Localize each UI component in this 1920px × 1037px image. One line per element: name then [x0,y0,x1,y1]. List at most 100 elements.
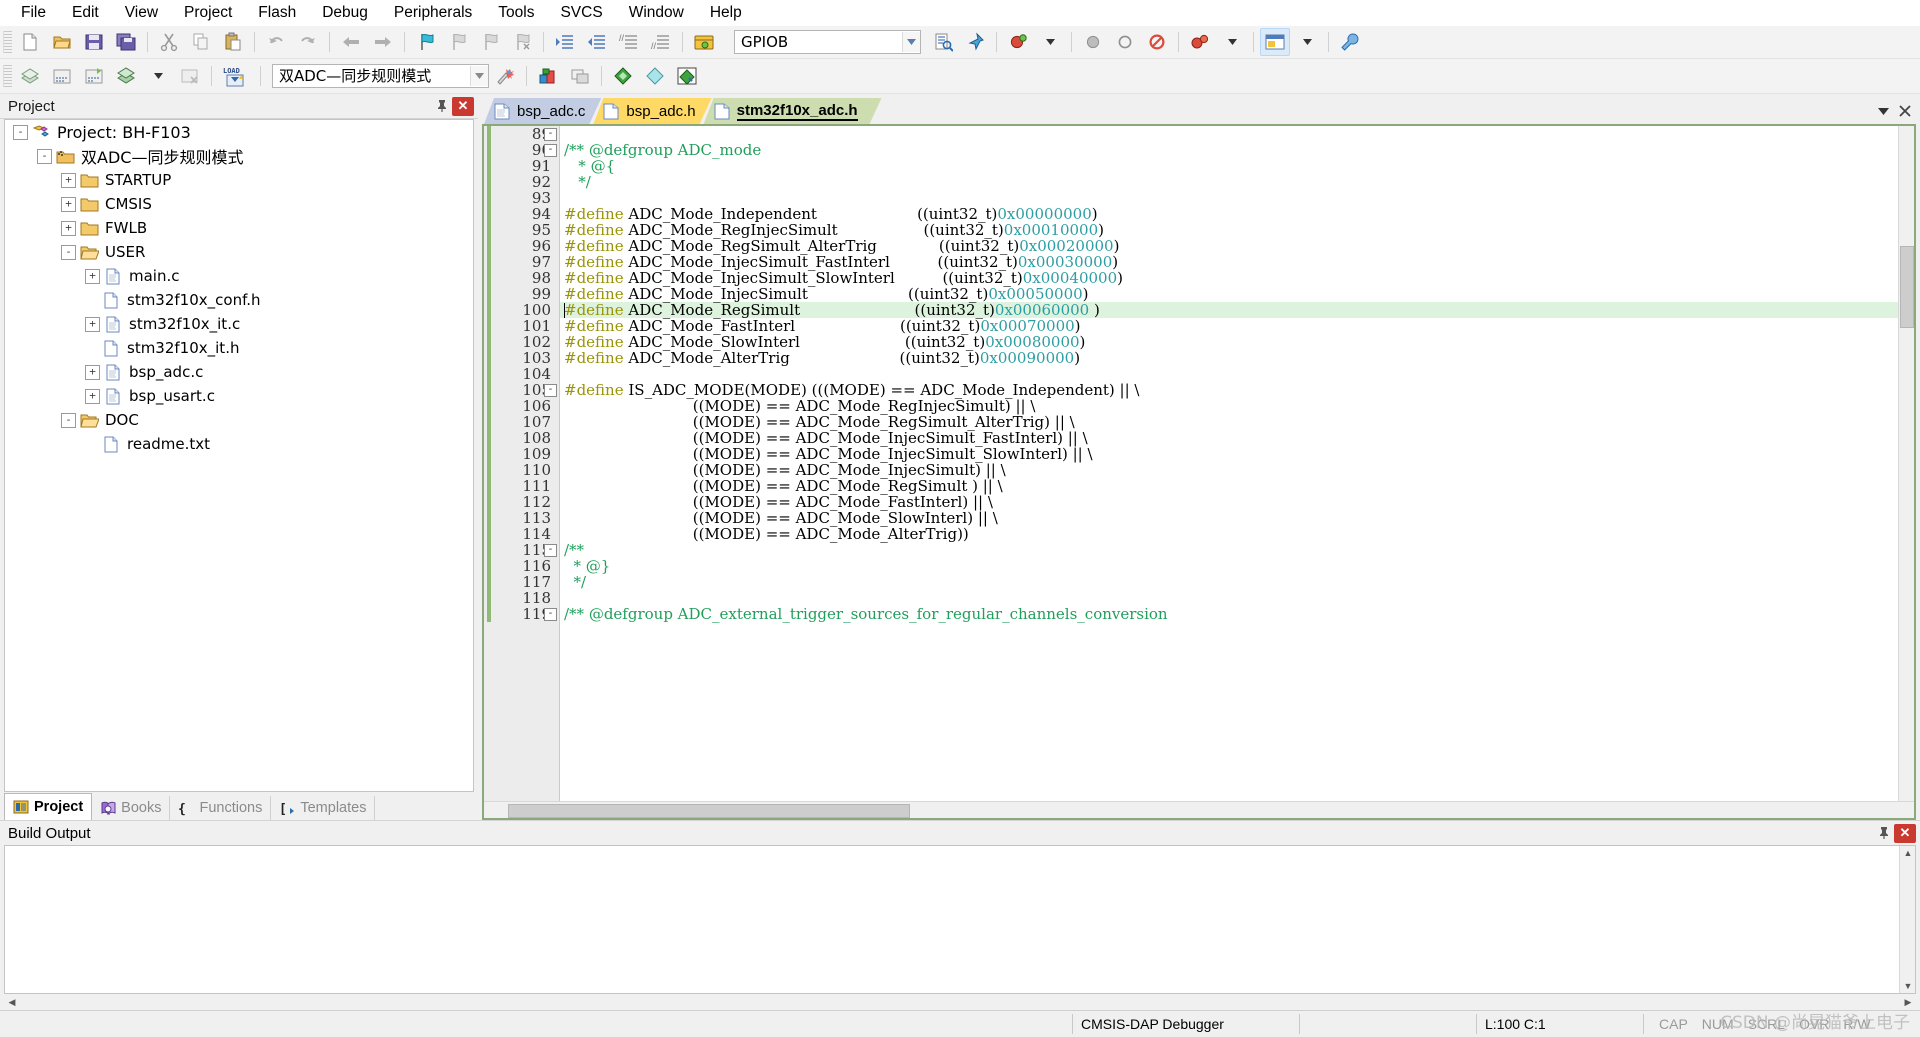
component-cyan-icon[interactable] [640,62,670,90]
code-line[interactable]: ((MODE) == ADC_Mode_InjecSimult) || \ [560,462,1898,478]
scroll-down-arrow-icon[interactable]: ▼ [1900,979,1916,993]
project-tab-templates[interactable]: [ ] Templates [271,796,376,820]
pin-icon[interactable] [1874,823,1894,843]
fold-toggle-icon[interactable]: - [544,144,557,157]
translate-icon[interactable] [15,62,45,90]
code-line[interactable]: /** [560,542,1898,558]
code-line[interactable]: #define ADC_Mode_RegInjecSimult ((uint32… [560,222,1898,238]
fold-toggle-icon[interactable]: - [544,128,557,141]
window-layout-dropdown-icon[interactable] [1292,28,1322,56]
rebuild-icon[interactable] [79,62,109,90]
undo-icon[interactable] [261,28,291,56]
bookmark-clear-icon[interactable] [507,28,537,56]
outdent-icon[interactable] [582,28,612,56]
wrench-icon[interactable] [1335,28,1365,56]
tree-item[interactable]: + main.c [5,264,473,288]
menu-item-tools[interactable]: Tools [485,1,547,25]
code-text[interactable]: /** @defgroup ADC_mode * @{ */ #define A… [560,126,1898,801]
batch-build-icon[interactable] [111,62,141,90]
find-combo[interactable]: GPIOB [734,30,921,54]
expand-toggle-icon[interactable]: + [85,388,100,404]
editor-tab-bsp_adc-h[interactable]: bsp_adc.h [593,98,711,124]
save-all-icon[interactable] [111,28,141,56]
breakpoint-disable-all-icon[interactable] [1110,28,1140,56]
target-select-value[interactable]: 双ADC—同步规则模式 [273,66,470,86]
close-icon[interactable] [1896,102,1914,120]
expand-toggle-icon[interactable]: + [61,172,76,188]
tree-item[interactable]: readme.txt [5,432,473,456]
build-output-vertical-scrollbar[interactable]: ▲ ▼ [1899,846,1915,993]
menu-item-project[interactable]: Project [171,1,245,25]
copy-icon[interactable] [186,28,216,56]
open-file-icon[interactable] [47,28,77,56]
save-icon[interactable] [79,28,109,56]
editor-gutter[interactable]: 89-90-91 92 93 94 95 96 97 98 99 100 101 102 103 104 1… [484,126,560,801]
fold-toggle-icon[interactable]: - [544,544,557,557]
breakpoint-insert-icon[interactable] [1003,28,1033,56]
collapse-toggle-icon[interactable]: - [37,148,52,164]
expand-toggle-icon[interactable]: + [85,364,100,380]
tree-item[interactable]: - Project: BH-F103 [5,120,473,144]
build-output-horizontal-scrollbar[interactable]: ◀ ▶ [4,994,1916,1010]
tree-item[interactable]: + stm32f10x_it.c [5,312,473,336]
code-line[interactable]: */ [560,174,1898,190]
download-icon[interactable]: LOAD [218,62,254,90]
chevron-down-icon[interactable] [902,32,920,52]
code-line[interactable]: ((MODE) == ADC_Mode_RegSimult ) || \ [560,478,1898,494]
code-line[interactable]: #define ADC_Mode_RegSimult ((uint32_t)0x… [560,302,1898,318]
batch-build-dropdown-icon[interactable] [143,62,173,90]
project-tab-project[interactable]: Project [4,793,93,820]
editor-vertical-scrollbar[interactable] [1898,126,1914,801]
menu-item-peripherals[interactable]: Peripherals [381,1,485,25]
target-select[interactable]: 双ADC—同步规则模式 [272,64,489,88]
code-line[interactable] [560,590,1898,606]
code-line[interactable]: #define ADC_Mode_InjecSimult_SlowInterl … [560,270,1898,286]
tree-item[interactable]: - DOC [5,408,473,432]
code-line[interactable]: ((MODE) == ADC_Mode_InjecSimult_SlowInte… [560,446,1898,462]
breakpoint-list-dropdown-icon[interactable] [1217,28,1247,56]
code-line[interactable]: #define IS_ADC_MODE(MODE) (((MODE) == AD… [560,382,1898,398]
tree-item[interactable]: + bsp_usart.c [5,384,473,408]
menu-item-view[interactable]: View [112,1,171,25]
code-line[interactable]: * @{ [560,158,1898,174]
code-line[interactable]: #define ADC_Mode_SlowInterl ((uint32_t)0… [560,334,1898,350]
redo-icon[interactable] [293,28,323,56]
paste-icon[interactable] [218,28,248,56]
menu-item-file[interactable]: File [8,1,59,25]
scroll-left-arrow-icon[interactable]: ◀ [4,995,20,1009]
tree-item[interactable]: - USER [5,240,473,264]
tree-item[interactable]: stm32f10x_it.h [5,336,473,360]
breakpoint-disable-icon[interactable] [1078,28,1108,56]
editor-horizontal-scrollbar[interactable] [484,801,1914,818]
close-icon[interactable]: ✕ [1894,823,1916,843]
stop-build-icon[interactable] [175,62,205,90]
bookmark-pin-icon[interactable] [960,28,990,56]
comment-icon[interactable]: // [614,28,644,56]
menu-item-edit[interactable]: Edit [59,1,112,25]
code-line[interactable]: * @} [560,558,1898,574]
window-layout-icon[interactable] [1260,28,1290,56]
tree-item[interactable]: + CMSIS [5,192,473,216]
project-tab-functions[interactable]: { } Functions [170,796,272,820]
fold-toggle-icon[interactable]: - [544,608,557,621]
chevron-down-icon[interactable] [1874,102,1892,120]
code-line[interactable]: /** @defgroup ADC_external_trigger_sourc… [560,606,1898,622]
project-tree[interactable]: - Project: BH-F103- 双ADC—同步规则模式 + STARTUP + CM… [4,119,474,792]
bookmark-prev-icon[interactable] [443,28,473,56]
pin-icon[interactable] [432,96,452,116]
code-line[interactable]: ((MODE) == ADC_Mode_RegInjecSimult) || \ [560,398,1898,414]
breakpoint-dropdown-icon[interactable] [1035,28,1065,56]
menu-item-flash[interactable]: Flash [245,1,309,25]
breakpoint-kill-all-icon[interactable] [1142,28,1172,56]
chevron-down-icon[interactable] [470,66,488,86]
component-packs-icon[interactable] [672,62,702,90]
code-line[interactable]: #define ADC_Mode_AlterTrig ((uint32_t)0x… [560,350,1898,366]
scroll-up-arrow-icon[interactable]: ▲ [1900,846,1916,860]
expand-toggle-icon[interactable]: + [85,316,100,332]
code-line[interactable]: #define ADC_Mode_InjecSimult ((uint32_t)… [560,286,1898,302]
code-line[interactable]: #define ADC_Mode_InjecSimult_FastInterl … [560,254,1898,270]
tree-item[interactable]: + FWLB [5,216,473,240]
code-line[interactable]: #define ADC_Mode_Independent ((uint32_t)… [560,206,1898,222]
uncomment-icon[interactable]: // [646,28,676,56]
code-line[interactable] [560,126,1898,142]
